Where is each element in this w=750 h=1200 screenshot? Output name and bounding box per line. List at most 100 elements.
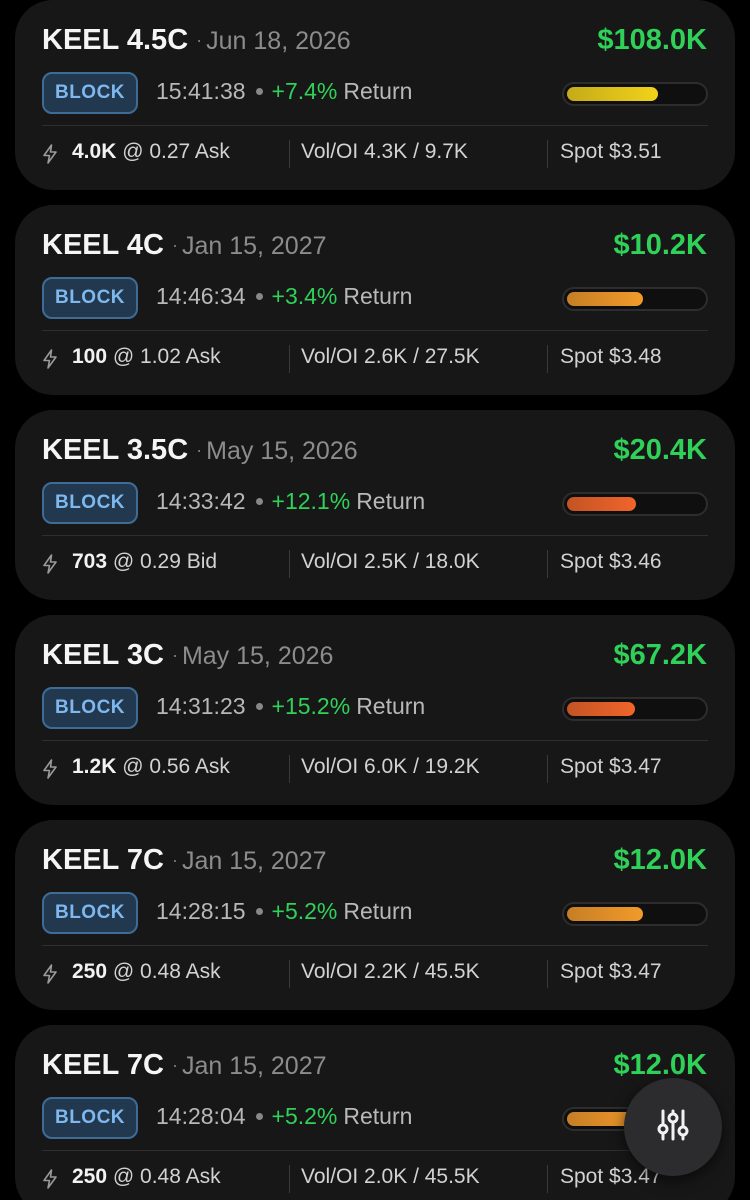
trade-size: 703 @ 0.29 Bid	[72, 550, 217, 574]
time-return-row: 14:31:23 +15.2% Return	[156, 693, 425, 720]
trade-size-value: 4.0K	[72, 140, 117, 163]
column-divider	[547, 345, 548, 373]
ticker-line: KEEL 4.5C · Jun 18, 2026	[42, 24, 351, 57]
spot-price: Spot $3.46	[560, 550, 662, 573]
time-return-row: 14:46:34 +3.4% Return	[156, 283, 412, 310]
trade-price: @ 0.48 Ask	[112, 1165, 221, 1188]
trade-time: 14:46:34	[156, 283, 246, 309]
flow-feed[interactable]: KEEL 4.5C · Jun 18, 2026 $108.0K BLOCK 15:…	[0, 0, 750, 1200]
bullet-separator	[255, 703, 263, 710]
divider	[42, 330, 708, 331]
trade-size-value: 250	[72, 1165, 108, 1188]
spot-price: Spot $3.47	[560, 960, 662, 983]
column-divider	[289, 755, 290, 783]
contract-ticker: KEEL 3C	[42, 639, 164, 671]
separator-dot: ·	[171, 1055, 178, 1075]
trade-type-badge: BLOCK	[42, 482, 138, 524]
ticker-line: KEEL 3.5C · May 15, 2026	[42, 434, 358, 467]
sliders-filter-icon	[655, 1107, 691, 1148]
return-value: +5.2%	[271, 1103, 338, 1129]
premium-amount: $67.2K	[613, 639, 707, 671]
trade-time: 14:28:04	[156, 1103, 246, 1129]
expiry-date: Jun 18, 2026	[206, 27, 351, 55]
expiry-date: Jan 15, 2027	[181, 232, 327, 260]
bullet-separator	[255, 1113, 263, 1120]
volume-open-interest: Vol/OI 2.2K / 45.5K	[301, 960, 480, 983]
return-value: +15.2%	[271, 693, 351, 719]
level-bar	[562, 82, 708, 106]
trade-time: 14:28:15	[156, 898, 246, 924]
trade-type-badge: BLOCK	[42, 72, 138, 114]
spot-price: Spot $3.47	[560, 755, 662, 778]
column-divider	[547, 960, 548, 988]
trade-price: @ 1.02 Ask	[112, 345, 221, 368]
time-return-row: 14:28:15 +5.2% Return	[156, 898, 412, 925]
filter-button[interactable]	[624, 1078, 722, 1176]
trade-type-badge: BLOCK	[42, 277, 138, 319]
column-divider	[547, 140, 548, 168]
column-divider	[289, 345, 290, 373]
lightning-icon	[42, 554, 58, 580]
flow-card[interactable]: KEEL 3.5C · May 15, 2026 $20.4K BLOCK 14:3…	[15, 410, 735, 600]
trade-size: 250 @ 0.48 Ask	[72, 1165, 221, 1189]
level-bar	[562, 492, 708, 516]
expiry-date: May 15, 2026	[206, 437, 358, 465]
trade-size: 4.0K @ 0.27 Ask	[72, 140, 230, 164]
expiry-date: Jan 15, 2027	[181, 847, 327, 875]
time-return-row: 15:41:38 +7.4% Return	[156, 78, 412, 105]
column-divider	[289, 140, 290, 168]
trade-price: @ 0.48 Ask	[112, 960, 221, 983]
flow-card[interactable]: KEEL 7C · Jan 15, 2027 $12.0K BLOCK 14:28:…	[15, 820, 735, 1010]
return-label: Return	[343, 78, 413, 104]
stats-row: 250 @ 0.48 Ask Vol/OI 2.0K / 45.5K Spot …	[42, 1165, 712, 1195]
contract-ticker: KEEL 7C	[42, 844, 164, 876]
premium-amount: $10.2K	[613, 229, 707, 261]
trade-size-value: 1.2K	[72, 755, 117, 778]
ticker-line: KEEL 4C · Jan 15, 2027	[42, 229, 327, 262]
premium-amount: $108.0K	[597, 24, 707, 56]
flow-card[interactable]: KEEL 4.5C · Jun 18, 2026 $108.0K BLOCK 15:…	[15, 0, 735, 190]
bullet-separator	[255, 498, 263, 505]
divider	[42, 740, 708, 741]
trade-size: 250 @ 0.48 Ask	[72, 960, 221, 984]
flow-card[interactable]: KEEL 3C · May 15, 2026 $67.2K BLOCK 14:31:…	[15, 615, 735, 805]
separator-dot: ·	[171, 850, 178, 870]
trade-time: 15:41:38	[156, 78, 246, 104]
flow-card[interactable]: KEEL 4C · Jan 15, 2027 $10.2K BLOCK 14:46:…	[15, 205, 735, 395]
separator-dot: ·	[196, 30, 203, 50]
lightning-icon	[42, 964, 58, 990]
trade-time: 14:31:23	[156, 693, 246, 719]
premium-amount: $12.0K	[613, 844, 707, 876]
trade-size-value: 250	[72, 960, 108, 983]
spot-price: Spot $3.48	[560, 345, 662, 368]
premium-amount: $20.4K	[613, 434, 707, 466]
level-bar-fill	[567, 702, 635, 716]
ticker-line: KEEL 7C · Jan 15, 2027	[42, 1049, 327, 1082]
bullet-separator	[255, 293, 263, 300]
ticker-line: KEEL 7C · Jan 15, 2027	[42, 844, 327, 877]
volume-open-interest: Vol/OI 2.5K / 18.0K	[301, 550, 480, 573]
return-label: Return	[356, 488, 426, 514]
level-bar	[562, 697, 708, 721]
contract-ticker: KEEL 4C	[42, 229, 164, 261]
trade-size: 100 @ 1.02 Ask	[72, 345, 221, 369]
bullet-separator	[255, 908, 263, 915]
contract-ticker: KEEL 3.5C	[42, 434, 189, 466]
trade-time: 14:33:42	[156, 488, 246, 514]
return-value: +5.2%	[271, 898, 338, 924]
level-bar	[562, 902, 708, 926]
trade-price: @ 0.29 Bid	[112, 550, 218, 573]
expiry-date: May 15, 2026	[181, 642, 334, 670]
return-value: +3.4%	[271, 283, 338, 309]
stats-row: 4.0K @ 0.27 Ask Vol/OI 4.3K / 9.7K Spot …	[42, 140, 712, 170]
trade-type-badge: BLOCK	[42, 1097, 138, 1139]
level-bar-fill	[567, 87, 658, 101]
separator-dot: ·	[171, 645, 178, 665]
level-bar	[562, 287, 708, 311]
stats-row: 250 @ 0.48 Ask Vol/OI 2.2K / 45.5K Spot …	[42, 960, 712, 990]
spot-price: Spot $3.51	[560, 140, 662, 163]
column-divider	[289, 1165, 290, 1193]
time-return-row: 14:28:04 +5.2% Return	[156, 1103, 412, 1130]
level-bar-fill	[567, 497, 636, 511]
return-value: +12.1%	[271, 488, 351, 514]
